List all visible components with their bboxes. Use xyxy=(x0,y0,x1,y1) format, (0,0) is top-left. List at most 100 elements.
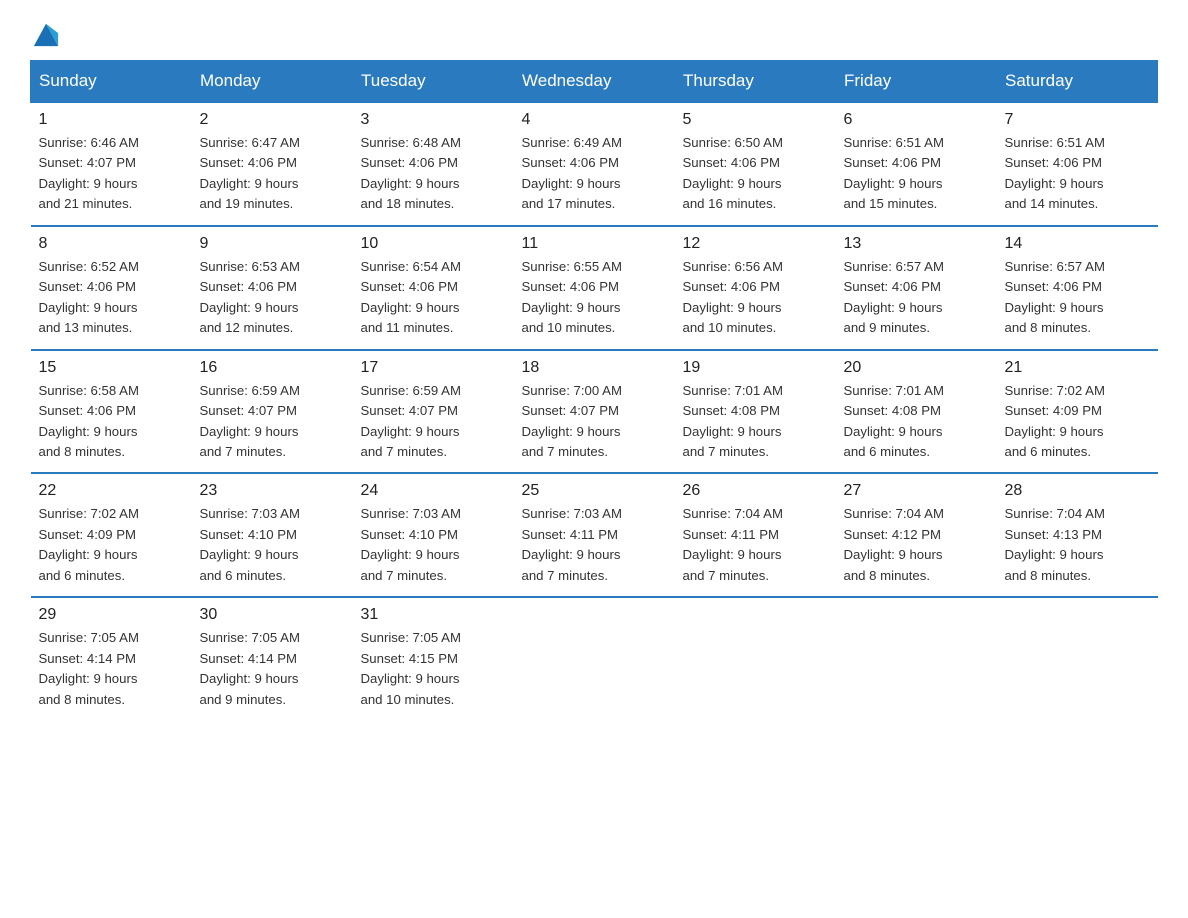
logo-icon xyxy=(32,20,60,48)
calendar-cell: 18 Sunrise: 7:00 AMSunset: 4:07 PMDaylig… xyxy=(514,350,675,474)
header-wednesday: Wednesday xyxy=(514,61,675,103)
calendar-cell: 8 Sunrise: 6:52 AMSunset: 4:06 PMDayligh… xyxy=(31,226,192,350)
day-info: Sunrise: 6:47 AMSunset: 4:06 PMDaylight:… xyxy=(200,133,345,215)
day-info: Sunrise: 7:03 AMSunset: 4:10 PMDaylight:… xyxy=(200,504,345,586)
page-header xyxy=(30,20,1158,42)
day-info: Sunrise: 6:54 AMSunset: 4:06 PMDaylight:… xyxy=(361,257,506,339)
day-info: Sunrise: 7:04 AMSunset: 4:13 PMDaylight:… xyxy=(1005,504,1150,586)
calendar-cell: 25 Sunrise: 7:03 AMSunset: 4:11 PMDaylig… xyxy=(514,473,675,597)
day-number: 2 xyxy=(200,111,345,129)
day-number: 15 xyxy=(39,359,184,377)
day-number: 27 xyxy=(844,482,989,500)
day-info: Sunrise: 6:56 AMSunset: 4:06 PMDaylight:… xyxy=(683,257,828,339)
day-info: Sunrise: 7:03 AMSunset: 4:10 PMDaylight:… xyxy=(361,504,506,586)
calendar-cell xyxy=(997,597,1158,720)
calendar-cell: 27 Sunrise: 7:04 AMSunset: 4:12 PMDaylig… xyxy=(836,473,997,597)
day-info: Sunrise: 6:48 AMSunset: 4:06 PMDaylight:… xyxy=(361,133,506,215)
calendar-cell xyxy=(514,597,675,720)
day-number: 5 xyxy=(683,111,828,129)
calendar-cell xyxy=(675,597,836,720)
calendar-cell: 17 Sunrise: 6:59 AMSunset: 4:07 PMDaylig… xyxy=(353,350,514,474)
day-info: Sunrise: 6:50 AMSunset: 4:06 PMDaylight:… xyxy=(683,133,828,215)
calendar-cell: 30 Sunrise: 7:05 AMSunset: 4:14 PMDaylig… xyxy=(192,597,353,720)
day-number: 3 xyxy=(361,111,506,129)
calendar-cell: 23 Sunrise: 7:03 AMSunset: 4:10 PMDaylig… xyxy=(192,473,353,597)
day-info: Sunrise: 6:49 AMSunset: 4:06 PMDaylight:… xyxy=(522,133,667,215)
day-info: Sunrise: 7:02 AMSunset: 4:09 PMDaylight:… xyxy=(39,504,184,586)
header-tuesday: Tuesday xyxy=(353,61,514,103)
header-saturday: Saturday xyxy=(997,61,1158,103)
day-number: 30 xyxy=(200,606,345,624)
day-number: 20 xyxy=(844,359,989,377)
week-row-1: 1 Sunrise: 6:46 AMSunset: 4:07 PMDayligh… xyxy=(31,102,1158,226)
calendar-cell: 16 Sunrise: 6:59 AMSunset: 4:07 PMDaylig… xyxy=(192,350,353,474)
day-info: Sunrise: 7:05 AMSunset: 4:14 PMDaylight:… xyxy=(39,628,184,710)
day-number: 19 xyxy=(683,359,828,377)
day-number: 18 xyxy=(522,359,667,377)
calendar-cell: 2 Sunrise: 6:47 AMSunset: 4:06 PMDayligh… xyxy=(192,102,353,226)
day-number: 16 xyxy=(200,359,345,377)
day-info: Sunrise: 7:03 AMSunset: 4:11 PMDaylight:… xyxy=(522,504,667,586)
logo xyxy=(30,20,60,42)
calendar-cell: 19 Sunrise: 7:01 AMSunset: 4:08 PMDaylig… xyxy=(675,350,836,474)
calendar-cell: 21 Sunrise: 7:02 AMSunset: 4:09 PMDaylig… xyxy=(997,350,1158,474)
day-number: 14 xyxy=(1005,235,1150,253)
calendar-cell: 6 Sunrise: 6:51 AMSunset: 4:06 PMDayligh… xyxy=(836,102,997,226)
day-info: Sunrise: 6:57 AMSunset: 4:06 PMDaylight:… xyxy=(1005,257,1150,339)
day-info: Sunrise: 6:46 AMSunset: 4:07 PMDaylight:… xyxy=(39,133,184,215)
day-info: Sunrise: 6:57 AMSunset: 4:06 PMDaylight:… xyxy=(844,257,989,339)
day-info: Sunrise: 7:05 AMSunset: 4:15 PMDaylight:… xyxy=(361,628,506,710)
day-info: Sunrise: 6:55 AMSunset: 4:06 PMDaylight:… xyxy=(522,257,667,339)
calendar-cell: 9 Sunrise: 6:53 AMSunset: 4:06 PMDayligh… xyxy=(192,226,353,350)
calendar-cell: 3 Sunrise: 6:48 AMSunset: 4:06 PMDayligh… xyxy=(353,102,514,226)
calendar-table: SundayMondayTuesdayWednesdayThursdayFrid… xyxy=(30,60,1158,720)
day-number: 28 xyxy=(1005,482,1150,500)
day-number: 9 xyxy=(200,235,345,253)
calendar-cell: 15 Sunrise: 6:58 AMSunset: 4:06 PMDaylig… xyxy=(31,350,192,474)
calendar-cell: 29 Sunrise: 7:05 AMSunset: 4:14 PMDaylig… xyxy=(31,597,192,720)
calendar-cell: 14 Sunrise: 6:57 AMSunset: 4:06 PMDaylig… xyxy=(997,226,1158,350)
day-number: 11 xyxy=(522,235,667,253)
day-number: 31 xyxy=(361,606,506,624)
calendar-cell: 7 Sunrise: 6:51 AMSunset: 4:06 PMDayligh… xyxy=(997,102,1158,226)
day-info: Sunrise: 6:53 AMSunset: 4:06 PMDaylight:… xyxy=(200,257,345,339)
calendar-cell: 5 Sunrise: 6:50 AMSunset: 4:06 PMDayligh… xyxy=(675,102,836,226)
calendar-cell: 10 Sunrise: 6:54 AMSunset: 4:06 PMDaylig… xyxy=(353,226,514,350)
calendar-cell: 1 Sunrise: 6:46 AMSunset: 4:07 PMDayligh… xyxy=(31,102,192,226)
calendar-cell: 24 Sunrise: 7:03 AMSunset: 4:10 PMDaylig… xyxy=(353,473,514,597)
header-friday: Friday xyxy=(836,61,997,103)
calendar-cell: 26 Sunrise: 7:04 AMSunset: 4:11 PMDaylig… xyxy=(675,473,836,597)
calendar-header-row: SundayMondayTuesdayWednesdayThursdayFrid… xyxy=(31,61,1158,103)
day-info: Sunrise: 6:59 AMSunset: 4:07 PMDaylight:… xyxy=(200,381,345,463)
day-number: 6 xyxy=(844,111,989,129)
week-row-2: 8 Sunrise: 6:52 AMSunset: 4:06 PMDayligh… xyxy=(31,226,1158,350)
calendar-cell xyxy=(836,597,997,720)
week-row-4: 22 Sunrise: 7:02 AMSunset: 4:09 PMDaylig… xyxy=(31,473,1158,597)
day-info: Sunrise: 7:02 AMSunset: 4:09 PMDaylight:… xyxy=(1005,381,1150,463)
day-number: 29 xyxy=(39,606,184,624)
calendar-cell: 12 Sunrise: 6:56 AMSunset: 4:06 PMDaylig… xyxy=(675,226,836,350)
day-number: 21 xyxy=(1005,359,1150,377)
day-info: Sunrise: 6:59 AMSunset: 4:07 PMDaylight:… xyxy=(361,381,506,463)
day-number: 23 xyxy=(200,482,345,500)
calendar-cell: 22 Sunrise: 7:02 AMSunset: 4:09 PMDaylig… xyxy=(31,473,192,597)
header-thursday: Thursday xyxy=(675,61,836,103)
day-number: 8 xyxy=(39,235,184,253)
day-info: Sunrise: 6:52 AMSunset: 4:06 PMDaylight:… xyxy=(39,257,184,339)
day-info: Sunrise: 6:58 AMSunset: 4:06 PMDaylight:… xyxy=(39,381,184,463)
calendar-cell: 31 Sunrise: 7:05 AMSunset: 4:15 PMDaylig… xyxy=(353,597,514,720)
header-monday: Monday xyxy=(192,61,353,103)
day-number: 12 xyxy=(683,235,828,253)
day-number: 10 xyxy=(361,235,506,253)
header-sunday: Sunday xyxy=(31,61,192,103)
day-info: Sunrise: 6:51 AMSunset: 4:06 PMDaylight:… xyxy=(1005,133,1150,215)
day-info: Sunrise: 7:05 AMSunset: 4:14 PMDaylight:… xyxy=(200,628,345,710)
week-row-3: 15 Sunrise: 6:58 AMSunset: 4:06 PMDaylig… xyxy=(31,350,1158,474)
calendar-cell: 4 Sunrise: 6:49 AMSunset: 4:06 PMDayligh… xyxy=(514,102,675,226)
calendar-cell: 20 Sunrise: 7:01 AMSunset: 4:08 PMDaylig… xyxy=(836,350,997,474)
day-number: 4 xyxy=(522,111,667,129)
day-number: 24 xyxy=(361,482,506,500)
day-info: Sunrise: 6:51 AMSunset: 4:06 PMDaylight:… xyxy=(844,133,989,215)
day-number: 17 xyxy=(361,359,506,377)
day-info: Sunrise: 7:04 AMSunset: 4:12 PMDaylight:… xyxy=(844,504,989,586)
